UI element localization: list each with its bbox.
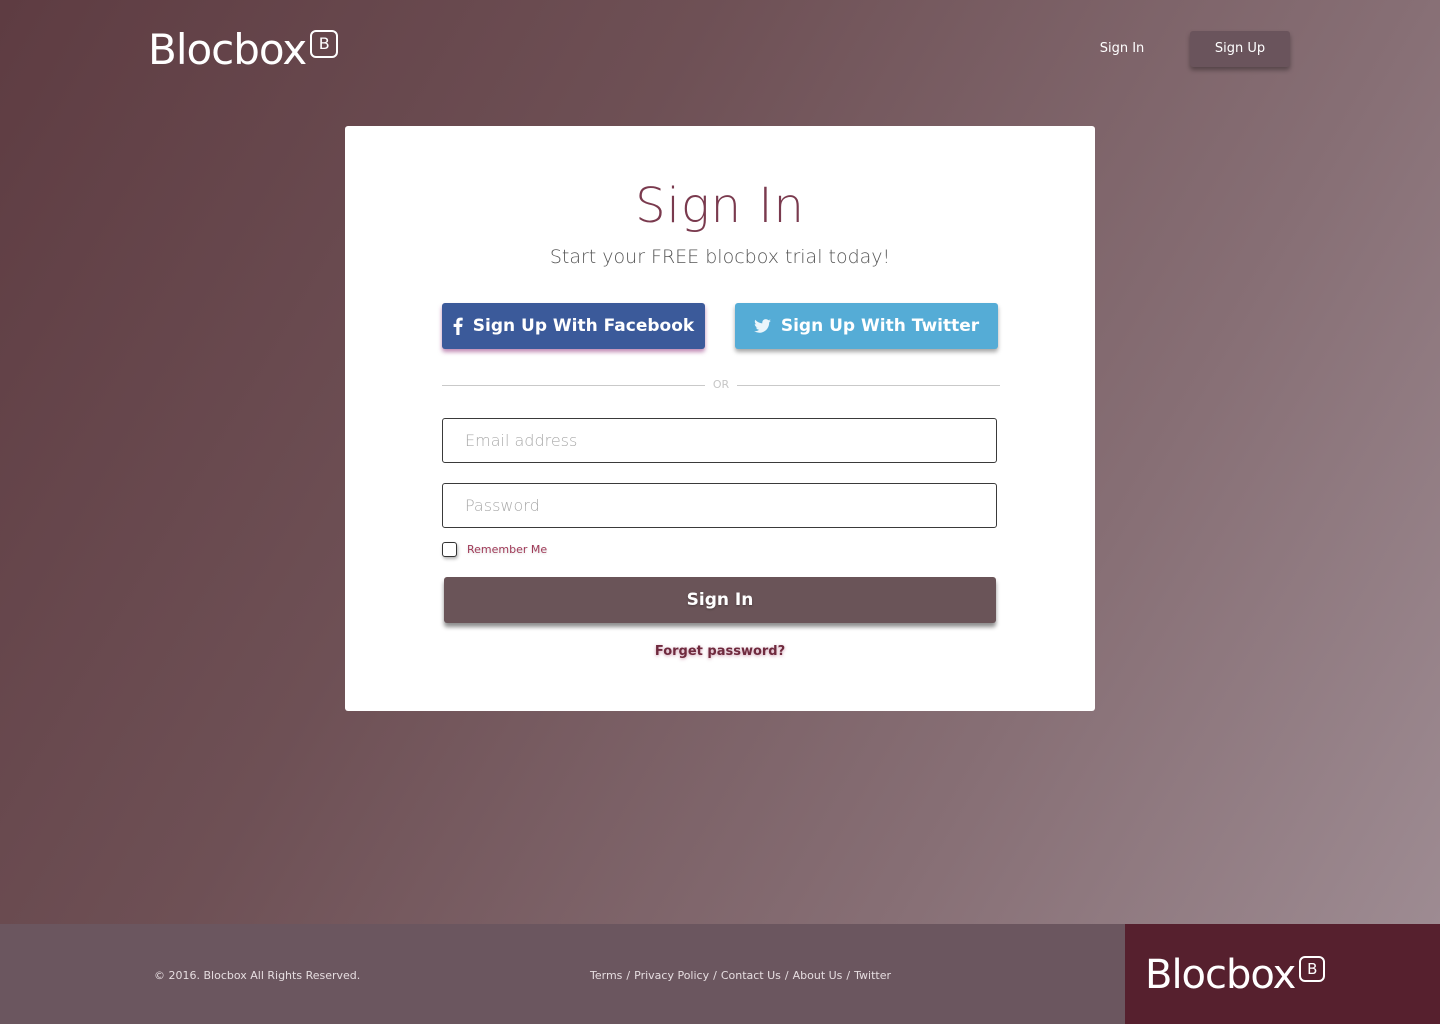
footer: © 2016. Blocbox All Rights Reserved. Ter… <box>0 924 1440 1024</box>
or-divider: OR <box>442 378 1000 392</box>
footer-link-contact[interactable]: Contact Us <box>721 969 781 982</box>
logo[interactable]: Blocbox B <box>148 25 339 74</box>
footer-brand: Blocbox B <box>1125 924 1440 1024</box>
remember-me-checkbox[interactable] <box>442 542 457 557</box>
header: Blocbox B Sign In Sign Up <box>0 0 1440 100</box>
signin-card: Sign In Start your FREE blocbox trial to… <box>345 126 1095 711</box>
logo-text: Blocbox <box>148 25 307 74</box>
footer-link-about[interactable]: About Us <box>793 969 843 982</box>
remember-me-label[interactable]: Remember Me <box>467 543 547 556</box>
footer-separator: / <box>784 969 789 982</box>
page-title: Sign In <box>635 178 805 234</box>
footer-links: Terms / Privacy Policy / Contact Us / Ab… <box>590 969 891 982</box>
logo-badge-icon: B <box>310 30 339 58</box>
password-field[interactable] <box>442 483 997 528</box>
copyright-text: © 2016. Blocbox All Rights Reserved. <box>154 969 361 982</box>
facebook-icon <box>453 317 463 335</box>
facebook-signup-label: Sign Up With Facebook <box>472 316 695 336</box>
footer-link-terms[interactable]: Terms <box>590 969 622 982</box>
divider-line-right <box>737 385 1000 386</box>
nav-signup-button[interactable]: Sign Up <box>1190 31 1290 67</box>
footer-link-privacy[interactable]: Privacy Policy <box>634 969 709 982</box>
footer-logo-badge-icon: B <box>1299 956 1326 982</box>
twitter-signup-label: Sign Up With Twitter <box>780 316 980 336</box>
facebook-signup-button[interactable]: Sign Up With Facebook <box>442 303 705 349</box>
footer-logo-text: Blocbox <box>1145 952 1296 998</box>
footer-separator: / <box>846 969 851 982</box>
twitter-icon <box>753 319 771 333</box>
footer-separator: / <box>626 969 631 982</box>
signin-submit-button[interactable]: Sign In <box>444 577 996 623</box>
email-field[interactable] <box>442 418 997 463</box>
footer-separator: / <box>713 969 717 982</box>
nav-signin-link[interactable]: Sign In <box>1096 38 1148 60</box>
divider-line-left <box>442 385 705 386</box>
page-subtitle: Start your FREE blocbox trial today! <box>549 246 891 268</box>
forgot-password-link[interactable]: Forget password? <box>345 644 1095 659</box>
remember-me[interactable]: Remember Me <box>442 542 547 557</box>
footer-logo[interactable]: Blocbox B <box>1145 952 1326 998</box>
divider-text: OR <box>712 378 730 391</box>
twitter-signup-button[interactable]: Sign Up With Twitter <box>735 303 998 349</box>
footer-link-twitter[interactable]: Twitter <box>854 969 891 982</box>
